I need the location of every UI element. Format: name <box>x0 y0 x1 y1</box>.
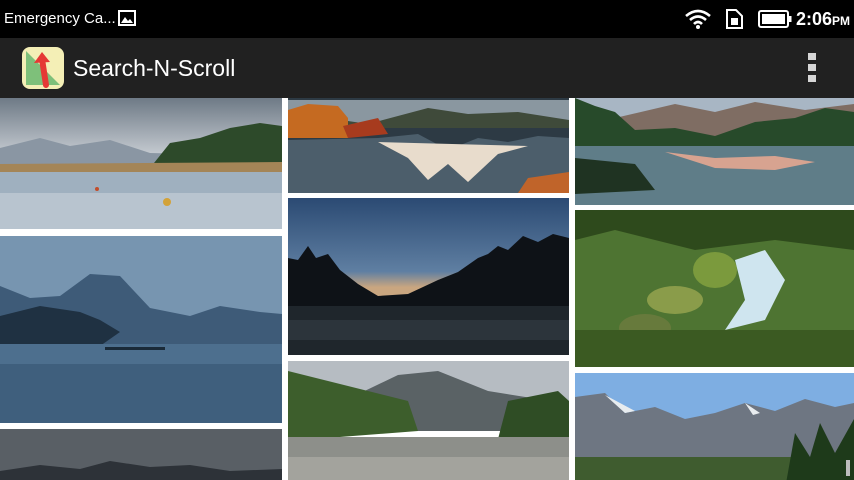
photo-blue-dusk-lake <box>0 236 282 423</box>
photo-alpine-peaks <box>575 373 854 480</box>
photo-tile[interactable] <box>288 98 569 193</box>
sim-card-icon <box>726 9 743 29</box>
photo-tile[interactable] <box>575 98 854 205</box>
app-bar: Search-N-Scroll <box>0 38 854 98</box>
app-title: Search-N-Scroll <box>73 55 236 81</box>
photo-mountain-lake-forest <box>575 98 854 205</box>
photo-tile[interactable] <box>288 361 569 480</box>
photo-mossy-stream <box>575 210 854 367</box>
clock-ampm: PM <box>832 14 851 28</box>
photo-rocky-river <box>288 361 569 480</box>
photo-twilight-forest <box>288 198 569 355</box>
photo-tile[interactable] <box>0 429 282 480</box>
clock: 2:06PM <box>796 9 850 30</box>
scrollbar-thumb[interactable] <box>846 460 850 476</box>
image-notification-icon <box>118 10 136 26</box>
photo-autumn-reflection <box>288 98 569 193</box>
clock-time: 2:06 <box>796 9 833 29</box>
notification-text: Emergency Ca... <box>4 10 116 27</box>
wifi-icon <box>685 9 711 29</box>
status-bar: Emergency Ca... 2:06PM <box>0 0 854 38</box>
photo-tile[interactable] <box>0 98 282 229</box>
photo-tile[interactable] <box>288 198 569 355</box>
photo-tile[interactable] <box>0 236 282 423</box>
battery-icon <box>758 10 792 28</box>
photo-tile[interactable] <box>575 210 854 367</box>
photo-grid <box>0 98 854 480</box>
overflow-menu-icon[interactable] <box>800 51 824 85</box>
photo-stormy-mountain <box>0 429 282 480</box>
photo-tile[interactable] <box>575 373 854 480</box>
photo-lake-mountains <box>0 98 282 229</box>
app-logo-icon[interactable] <box>22 47 64 89</box>
